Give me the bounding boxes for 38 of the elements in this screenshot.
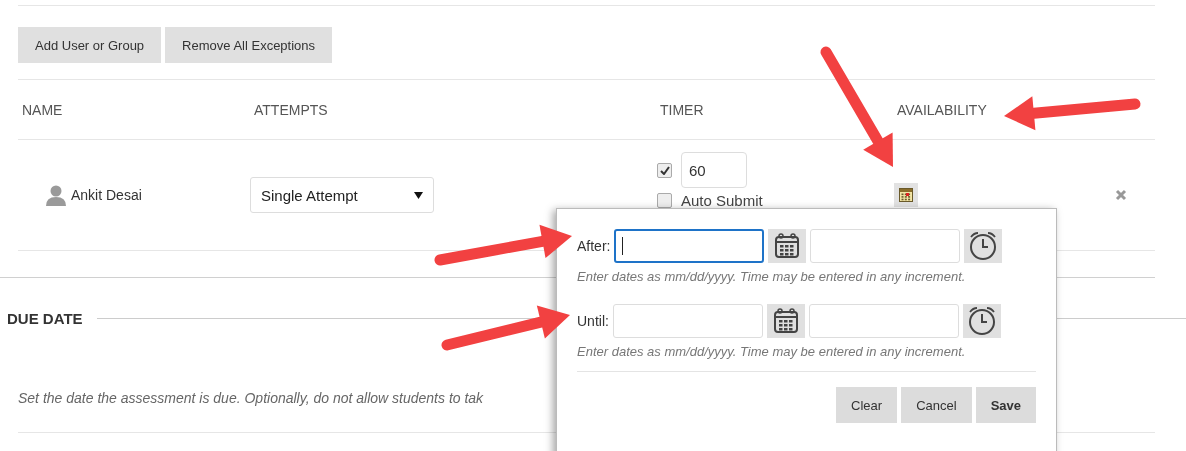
date-label: Until:: [577, 313, 609, 329]
text-cursor: [622, 237, 624, 255]
dialog-button[interactable]: Cancel: [901, 387, 972, 423]
toolbar-button[interactable]: Remove All Exceptions: [165, 27, 333, 63]
dialog-button[interactable]: Save: [975, 387, 1036, 423]
date-hint: Enter dates as mm/dd/yyyy. Time may be entered in any increment.: [577, 269, 967, 284]
dialog-button[interactable]: Clear: [836, 387, 898, 423]
auto-submit-label: Auto Submit: [681, 192, 763, 209]
section-heading: DUE DATE: [7, 310, 83, 327]
column-header: TIMER: [659, 101, 705, 118]
clock-icon: [966, 306, 997, 336]
date-label: After:: [577, 238, 611, 254]
date-hint: Enter dates as mm/dd/yyyy. Time may be entered in any increment.: [577, 344, 967, 359]
time-picker-button[interactable]: [962, 304, 1001, 338]
clock-icon: [968, 231, 999, 261]
time-field[interactable]: [808, 304, 959, 338]
time-picker-button[interactable]: [964, 229, 1003, 263]
column-header: ATTEMPTS: [253, 101, 329, 118]
attempts-dropdown[interactable]: Single Attempt: [250, 177, 434, 213]
user-name: Ankit Desai: [71, 187, 142, 203]
toolbar-button[interactable]: Add User or Group: [18, 27, 162, 63]
user-icon: [45, 184, 67, 206]
caret-icon: [414, 191, 423, 199]
column-header: AVAILABILITY: [896, 101, 988, 118]
calendar-button[interactable]: [894, 183, 918, 207]
date-picker-button[interactable]: [766, 304, 805, 338]
time-field[interactable]: [810, 229, 961, 263]
remove-icon[interactable]: [1115, 189, 1127, 201]
timer-field[interactable]: 60: [681, 152, 747, 188]
auto-submit-checkbox[interactable]: [657, 193, 672, 208]
date-field[interactable]: [614, 229, 765, 263]
column-header: NAME: [21, 101, 64, 118]
timer-checkbox[interactable]: [657, 162, 672, 178]
date-picker-button[interactable]: [768, 229, 807, 263]
calendar-icon: [771, 307, 800, 335]
section-description: Set the date the assessment is due. Optionally, do not allow students to tak: [18, 390, 484, 406]
calendar-icon: [773, 232, 802, 260]
calendar-icon: [899, 188, 913, 202]
